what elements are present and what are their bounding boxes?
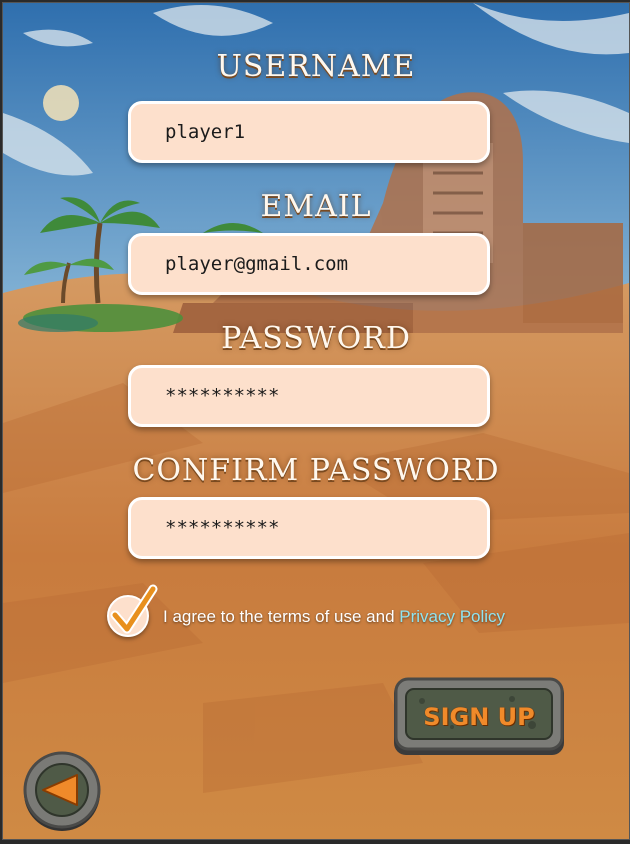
privacy-policy-link[interactable]: Privacy Policy (399, 607, 505, 626)
back-button[interactable] (21, 751, 103, 831)
email-label: EMAIL (260, 189, 372, 224)
password-input[interactable]: ********** (128, 365, 490, 427)
back-arrow-icon (23, 751, 101, 831)
confirm-password-label: CONFIRM PASSWORD (132, 453, 500, 488)
checkmark-icon (110, 584, 158, 634)
sign-up-label: SIGN UP (423, 703, 535, 731)
terms-text: I agree to the terms of use and Privacy … (163, 607, 505, 627)
terms-label: I agree to the terms of use and (163, 607, 400, 626)
signup-screen: USERNAME player1 EMAIL player@gmail.com … (2, 2, 630, 840)
sign-up-button[interactable]: SIGN UP (392, 677, 566, 757)
username-input[interactable]: player1 (128, 101, 490, 163)
username-label: USERNAME (216, 49, 416, 84)
password-label: PASSWORD (221, 321, 411, 356)
email-input[interactable]: player@gmail.com (128, 233, 490, 295)
confirm-password-input[interactable]: ********** (128, 497, 490, 559)
